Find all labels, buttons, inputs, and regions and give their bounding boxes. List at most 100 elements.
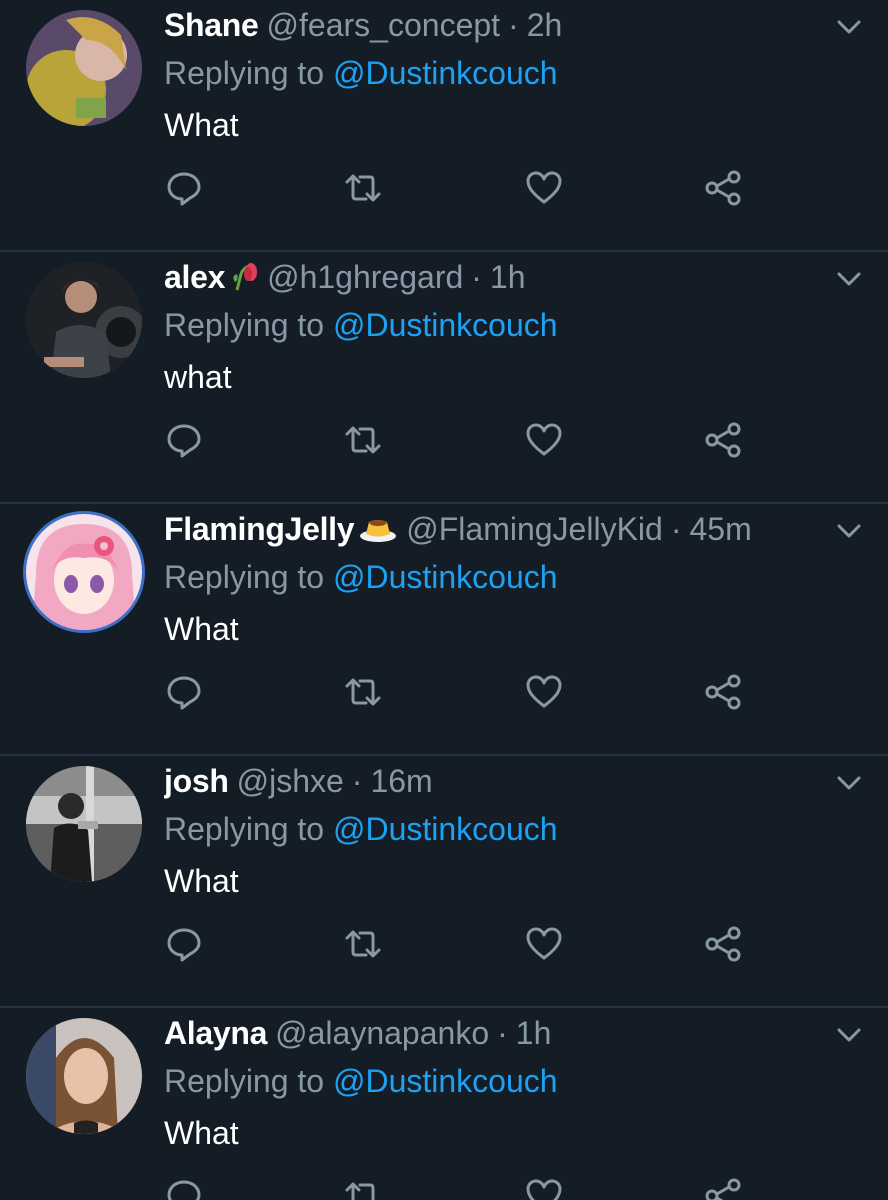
timestamp[interactable]: 1h: [490, 259, 526, 295]
like-button[interactable]: [524, 168, 564, 208]
custard-pudding-icon: [358, 510, 398, 552]
wilted-flower-icon: [229, 258, 259, 300]
avatar[interactable]: [26, 514, 142, 630]
tweet-text: What: [164, 611, 239, 647]
share-button[interactable]: [703, 672, 743, 712]
replying-to-line: Replying to @Dustinkcouch: [164, 1058, 558, 1104]
heart-icon: [526, 423, 562, 456]
reply-feed: Shane @fears_concept · 2h Replying to @Dust…: [0, 0, 888, 1200]
tweet-text: What: [164, 107, 239, 143]
tweet[interactable]: FlamingJelly @FlamingJellyKid · 45m Replyin…: [0, 504, 888, 756]
timestamp[interactable]: 1h: [516, 1015, 552, 1051]
avatar[interactable]: [26, 262, 142, 378]
user-handle[interactable]: @h1ghregard: [267, 259, 463, 295]
tweet-text: what: [164, 359, 232, 395]
retweet-button[interactable]: [343, 1176, 383, 1200]
tweet[interactable]: alex @h1ghregard · 1h Replying to @Dustinkc…: [0, 252, 888, 504]
tweet-header: Shane @fears_concept · 2h: [164, 2, 808, 48]
tweet-header: alex @h1ghregard · 1h: [164, 254, 808, 300]
timestamp[interactable]: 16m: [370, 763, 432, 799]
chevron-down-icon[interactable]: [836, 266, 862, 292]
like-button[interactable]: [524, 1176, 564, 1200]
action-bar: [0, 168, 888, 208]
mention-link[interactable]: @Dustinkcouch: [333, 1063, 558, 1099]
like-button[interactable]: [524, 672, 564, 712]
separator-dot: ·: [670, 511, 682, 547]
retweet-icon: [345, 1182, 375, 1200]
share-icon: [705, 926, 741, 962]
user-handle[interactable]: @alaynapanko: [275, 1015, 489, 1051]
display-name[interactable]: Alayna: [164, 1015, 267, 1051]
mention-link[interactable]: @Dustinkcouch: [333, 55, 558, 91]
avatar-image: [26, 262, 142, 378]
timestamp[interactable]: 2h: [527, 7, 563, 43]
tweet-header: Alayna @alaynapanko · 1h: [164, 1010, 808, 1056]
share-button[interactable]: [703, 924, 743, 964]
user-handle[interactable]: @jshxe: [237, 763, 344, 799]
avatar-image: [26, 1018, 142, 1134]
avatar-image: [26, 10, 142, 126]
share-icon: [705, 170, 741, 206]
reply-icon: [167, 1180, 201, 1200]
separator-dot: ·: [351, 763, 363, 799]
retweet-button[interactable]: [343, 420, 383, 460]
reply-icon: [167, 676, 201, 710]
reply-button[interactable]: [164, 168, 204, 208]
reply-button[interactable]: [164, 420, 204, 460]
mention-link[interactable]: @Dustinkcouch: [333, 307, 558, 343]
share-button[interactable]: [703, 420, 743, 460]
action-bar: [0, 924, 888, 964]
retweet-icon: [345, 174, 381, 202]
reply-button[interactable]: [164, 1176, 204, 1200]
avatar[interactable]: [26, 1018, 142, 1134]
heart-icon: [526, 171, 562, 204]
user-handle[interactable]: @fears_concept: [267, 7, 501, 43]
like-button[interactable]: [524, 924, 564, 964]
display-name[interactable]: josh: [164, 763, 229, 799]
separator-dot: ·: [471, 259, 482, 295]
share-button[interactable]: [703, 168, 743, 208]
heart-icon: [526, 1179, 562, 1200]
replying-prefix: Replying to: [164, 559, 333, 595]
avatar-image: [26, 514, 142, 630]
heart-icon: [526, 927, 562, 960]
display-name[interactable]: Shane: [164, 7, 259, 43]
chevron-down-icon[interactable]: [836, 1022, 862, 1048]
share-icon: [705, 1178, 741, 1200]
avatar[interactable]: [26, 10, 142, 126]
chevron-down-icon[interactable]: [836, 518, 862, 544]
reply-icon: [167, 424, 201, 458]
reply-button[interactable]: [164, 672, 204, 712]
chevron-down-icon[interactable]: [836, 14, 862, 40]
tweet[interactable]: Alayna @alaynapanko · 1h Replying to @Dusti…: [0, 1008, 888, 1200]
retweet-button[interactable]: [343, 924, 383, 964]
mention-link[interactable]: @Dustinkcouch: [333, 559, 558, 595]
tweet-header: josh @jshxe · 16m: [164, 758, 808, 804]
replying-to-line: Replying to @Dustinkcouch: [164, 554, 558, 600]
replying-prefix: Replying to: [164, 307, 333, 343]
action-bar: [0, 420, 888, 460]
retweet-button[interactable]: [343, 672, 383, 712]
reply-icon: [167, 928, 201, 962]
replying-to-line: Replying to @Dustinkcouch: [164, 302, 558, 348]
avatar-image: [26, 766, 142, 882]
replying-to-line: Replying to @Dustinkcouch: [164, 806, 558, 852]
display-name[interactable]: alex: [164, 259, 225, 295]
share-icon: [705, 674, 741, 710]
tweet-text: What: [164, 863, 239, 899]
retweet-icon: [345, 678, 381, 706]
tweet[interactable]: josh @jshxe · 16m Replying to @Dustinkcouch…: [0, 756, 888, 1008]
timestamp[interactable]: 45m: [689, 511, 751, 547]
retweet-button[interactable]: [343, 168, 383, 208]
like-button[interactable]: [524, 420, 564, 460]
reply-button[interactable]: [164, 924, 204, 964]
mention-link[interactable]: @Dustinkcouch: [333, 811, 558, 847]
user-handle[interactable]: @FlamingJellyKid: [406, 511, 663, 547]
avatar[interactable]: [26, 766, 142, 882]
share-icon: [705, 422, 741, 458]
action-bar: [0, 1176, 888, 1200]
display-name[interactable]: FlamingJelly: [164, 511, 355, 547]
share-button[interactable]: [703, 1176, 743, 1200]
chevron-down-icon[interactable]: [836, 770, 862, 796]
tweet[interactable]: Shane @fears_concept · 2h Replying to @Dust…: [0, 0, 888, 252]
